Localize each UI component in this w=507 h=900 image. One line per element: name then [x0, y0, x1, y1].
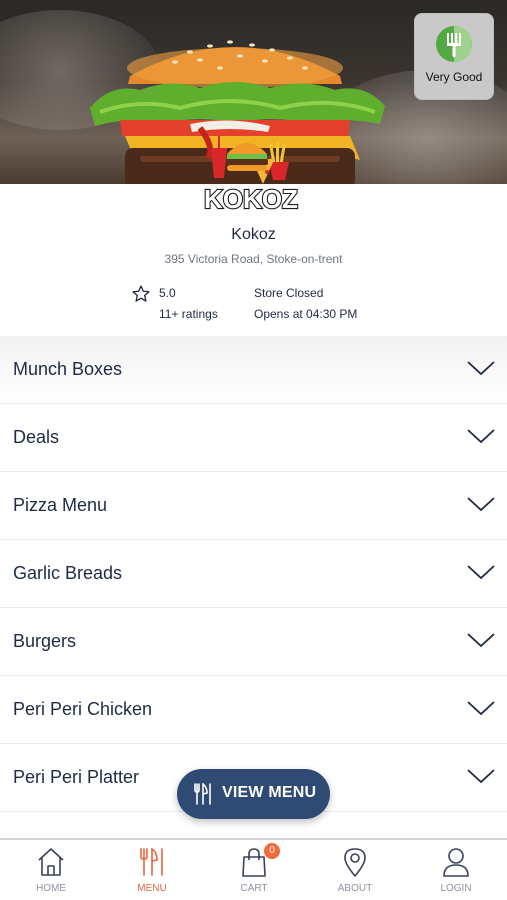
nav-about[interactable]: ABOUT [304, 840, 406, 900]
store-status: Store Closed [254, 286, 324, 300]
chevron-down-icon[interactable] [467, 428, 495, 444]
store-address: 395 Victoria Road, Stoke-on-trent [164, 252, 343, 266]
nav-about-label: ABOUT [337, 883, 373, 894]
chevron-down-icon[interactable] [467, 360, 495, 376]
menu-category-pizza-menu[interactable]: Pizza Menu [0, 472, 507, 540]
logo-text: KOKOZ [204, 184, 298, 214]
menu-category-peri-peri-chicken[interactable]: Peri Peri Chicken [0, 676, 507, 744]
chevron-down-icon[interactable] [467, 564, 495, 580]
menu-category-label: Garlic Breads [13, 563, 123, 583]
menu-category-label: Munch Boxes [13, 359, 123, 379]
rating-count: 11+ ratings [159, 307, 218, 321]
location-pin-icon [344, 848, 366, 877]
menu-category-munch-boxes[interactable]: Munch Boxes [0, 336, 507, 404]
food-rating-label: Very Good [425, 70, 483, 84]
nav-cart[interactable]: 0 CART [203, 840, 305, 900]
store-info-row: 5.0 11+ ratings Store Closed Opens at 04… [0, 284, 507, 326]
view-menu-button[interactable]: VIEW MENU [177, 769, 330, 819]
restaurant-logo: KOKOZ [203, 136, 299, 215]
chevron-down-icon[interactable] [467, 632, 495, 648]
user-icon [443, 848, 469, 877]
menu-category-label: Burgers [13, 631, 77, 651]
star-icon [132, 285, 150, 302]
menu-category-list: Munch Boxes Deals Pizza Menu Garlic Brea… [0, 336, 507, 812]
opening-time: Opens at 04:30 PM [254, 307, 358, 321]
cutlery-icon [194, 783, 211, 805]
menu-category-label: Deals [13, 427, 60, 447]
nav-cart-label: CART [240, 883, 268, 894]
cart-count-badge: 0 [264, 843, 280, 859]
menu-category-label: Peri Peri Platter [13, 767, 140, 787]
menu-category-burgers[interactable]: Burgers [0, 608, 507, 676]
chevron-down-icon[interactable] [467, 700, 495, 716]
cutlery-icon [140, 847, 163, 876]
nav-login[interactable]: LOGIN [405, 840, 507, 900]
menu-category-label: Pizza Menu [13, 495, 108, 515]
rating-value: 5.0 [159, 286, 176, 300]
menu-category-deals[interactable]: Deals [0, 404, 507, 472]
view-menu-label: VIEW MENU [222, 784, 317, 801]
home-icon [38, 848, 64, 876]
nav-home[interactable]: HOME [0, 840, 102, 900]
chevron-down-icon[interactable] [467, 768, 495, 784]
nav-login-label: LOGIN [440, 883, 472, 894]
food-rating-badge: Very Good [414, 13, 494, 100]
nav-home-label: HOME [36, 883, 66, 894]
bottom-navigation: HOME MENU 0 CART ABOUT LOGIN [0, 838, 507, 900]
store-name: Kokoz [231, 226, 276, 243]
fork-icon [436, 26, 472, 62]
nav-menu-label: MENU [137, 883, 167, 894]
nav-menu[interactable]: MENU [101, 840, 203, 900]
chevron-down-icon[interactable] [467, 496, 495, 512]
menu-category-label: Peri Peri Chicken [13, 699, 153, 719]
menu-category-garlic-breads[interactable]: Garlic Breads [0, 540, 507, 608]
